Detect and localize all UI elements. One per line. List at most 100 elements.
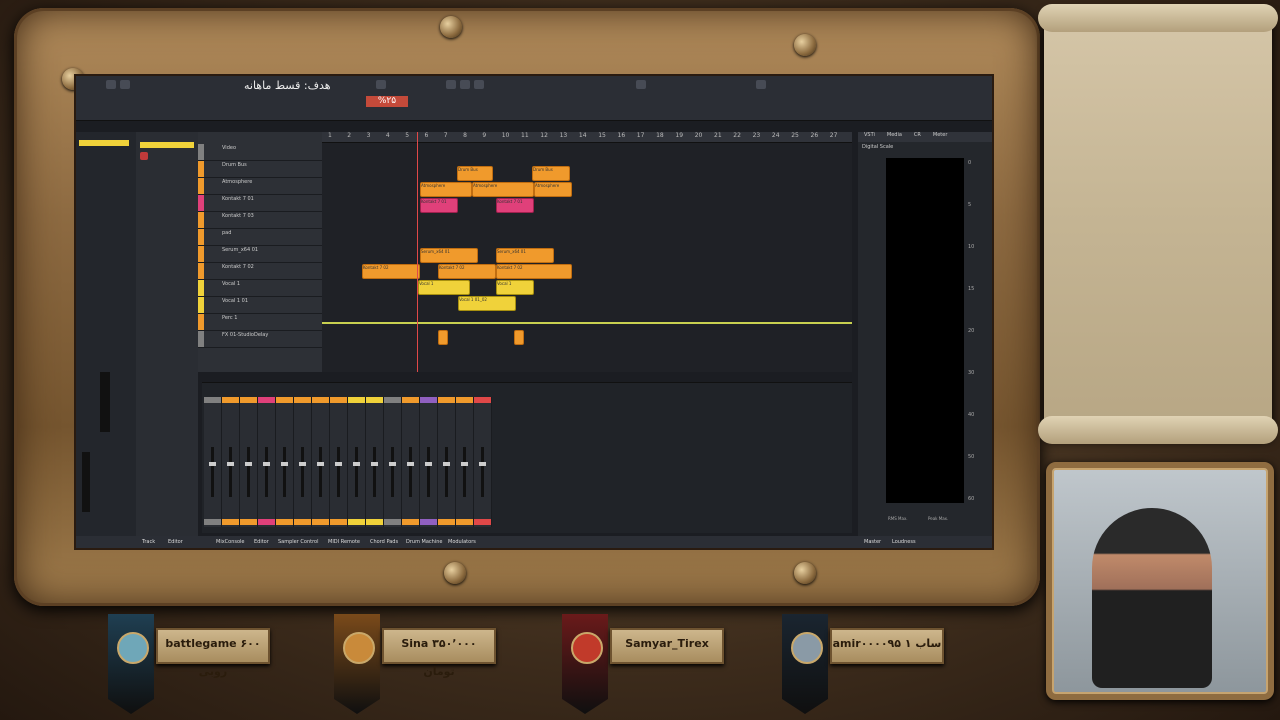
channel-header[interactable]	[79, 140, 129, 146]
track-header[interactable]: Drum Bus	[198, 161, 322, 178]
lower-zone-tab[interactable]: Editor	[168, 539, 183, 545]
fader-handle[interactable]	[371, 462, 378, 466]
mixer-channel-strip[interactable]	[456, 397, 474, 527]
clip[interactable]: Atmosphere	[420, 182, 472, 197]
mixer-channel-strip[interactable]	[474, 397, 492, 527]
channel-fader[interactable]	[391, 447, 394, 497]
lower-zone-tab[interactable]: Sampler Control	[278, 539, 318, 545]
clip[interactable]	[438, 330, 448, 345]
meter-tab[interactable]: CR	[914, 132, 921, 138]
track-header[interactable]: Atmosphere	[198, 178, 322, 195]
clip[interactable]	[514, 330, 524, 345]
channel-fader[interactable]	[409, 447, 412, 497]
channel-fader[interactable]	[82, 452, 90, 512]
meter-tab[interactable]: VSTi	[864, 132, 875, 138]
clip[interactable]: Drum Bus	[532, 166, 570, 181]
channel-fader[interactable]	[337, 447, 340, 497]
channel-fader[interactable]	[445, 447, 448, 497]
channel-fader[interactable]	[427, 447, 430, 497]
meter-scale-select[interactable]: Digital Scale	[862, 144, 893, 150]
clip[interactable]: Kontakt 7 02	[362, 264, 420, 279]
channel-fader[interactable]	[373, 447, 376, 497]
clip[interactable]: Kontakt 7 02	[438, 264, 496, 279]
clip[interactable]: Vocal 1	[418, 280, 470, 295]
toolbar-button[interactable]	[446, 80, 456, 89]
mixer-channel-strip[interactable]	[222, 397, 240, 527]
inspector-track-name[interactable]	[140, 142, 194, 148]
fader-handle[interactable]	[443, 462, 450, 466]
mixer-channel-strip[interactable]	[420, 397, 438, 527]
fader-handle[interactable]	[461, 462, 468, 466]
toolbar-button[interactable]	[756, 80, 766, 89]
lower-zone-tab[interactable]: Chord Pads	[370, 539, 398, 545]
channel-fader[interactable]	[301, 447, 304, 497]
fader-handle[interactable]	[281, 462, 288, 466]
fader-handle[interactable]	[299, 462, 306, 466]
track-header[interactable]: FX 01-StudioDelay	[198, 331, 322, 348]
track-header[interactable]: Vocal 1	[198, 280, 322, 297]
lower-zone-tab[interactable]: Editor	[254, 539, 269, 545]
toolbar-button[interactable]	[474, 80, 484, 89]
mixer-channel-strip[interactable]	[438, 397, 456, 527]
lower-zone-tab[interactable]: Track	[142, 539, 155, 545]
clip[interactable]: Kontakt 7 01	[496, 198, 534, 213]
track-header[interactable]: Kontakt 7 03	[198, 212, 322, 229]
fader-handle[interactable]	[425, 462, 432, 466]
clip[interactable]: Serum_x64 01	[420, 248, 478, 263]
fader-handle[interactable]	[245, 462, 252, 466]
track-header[interactable]: pad	[198, 229, 322, 246]
mixer-channel-strip[interactable]	[204, 397, 222, 527]
meter-tab[interactable]: Meter	[933, 132, 947, 138]
record-button[interactable]	[376, 80, 386, 89]
channel-fader[interactable]	[211, 447, 214, 497]
channel-fader[interactable]	[355, 447, 358, 497]
lower-zone-tab[interactable]: MixConsole	[216, 539, 245, 545]
mixer-channel-strip[interactable]	[258, 397, 276, 527]
channel-fader[interactable]	[247, 447, 250, 497]
clip[interactable]: Vocal 1	[496, 280, 534, 295]
channel-fader[interactable]	[229, 447, 232, 497]
track-header[interactable]: Perc 1	[198, 314, 322, 331]
track-header[interactable]: Vocal 1 01	[198, 297, 322, 314]
lower-zone-tab[interactable]: MIDI Remote	[328, 539, 360, 545]
toolbar-button[interactable]	[120, 80, 130, 89]
mixer-channel-strip[interactable]	[330, 397, 348, 527]
fader-handle[interactable]	[227, 462, 234, 466]
fader-handle[interactable]	[263, 462, 270, 466]
track-header[interactable]: Serum_x64 01	[198, 246, 322, 263]
fader-handle[interactable]	[479, 462, 486, 466]
lower-zone-tab[interactable]: Modulators	[448, 539, 476, 545]
clip[interactable]: Kontakt 7 01	[420, 198, 458, 213]
record-enable-icon[interactable]	[140, 152, 148, 160]
fader-handle[interactable]	[389, 462, 396, 466]
mixer-channel-strip[interactable]	[348, 397, 366, 527]
clip[interactable]: Atmosphere	[534, 182, 572, 197]
channel-fader[interactable]	[265, 447, 268, 497]
track-header[interactable]: Kontakt 7 01	[198, 195, 322, 212]
mixer-channel-strip[interactable]	[384, 397, 402, 527]
clip[interactable]: Atmosphere	[472, 182, 534, 197]
lower-zone-tab[interactable]: Drum Machine	[406, 539, 442, 545]
fader-handle[interactable]	[353, 462, 360, 466]
clip[interactable]: Serum_x64 01	[496, 248, 554, 263]
toolbar-button[interactable]	[460, 80, 470, 89]
channel-fader[interactable]	[283, 447, 286, 497]
mixer-channel-strip[interactable]	[294, 397, 312, 527]
lower-zone-tab[interactable]: Loudness	[892, 539, 916, 545]
quantize-menu[interactable]	[636, 80, 646, 89]
channel-fader[interactable]	[319, 447, 322, 497]
automation-line[interactable]	[322, 322, 852, 324]
mixer-channel-strip[interactable]	[366, 397, 384, 527]
meter-tab[interactable]: Media	[887, 132, 902, 138]
playhead[interactable]	[417, 132, 418, 372]
fader-handle[interactable]	[209, 462, 216, 466]
track-header[interactable]: Kontakt 7 02	[198, 263, 322, 280]
mixer-channel-strip[interactable]	[402, 397, 420, 527]
track-header[interactable]: Video	[198, 144, 322, 161]
channel-fader[interactable]	[463, 447, 466, 497]
clip[interactable]: Vocal 1 01_02	[458, 296, 516, 311]
toolbar-button[interactable]	[106, 80, 116, 89]
clip[interactable]: Drum Bus	[457, 166, 493, 181]
clip[interactable]: Kontakt 7 02	[496, 264, 572, 279]
lower-zone-tab[interactable]: Master	[864, 539, 881, 545]
